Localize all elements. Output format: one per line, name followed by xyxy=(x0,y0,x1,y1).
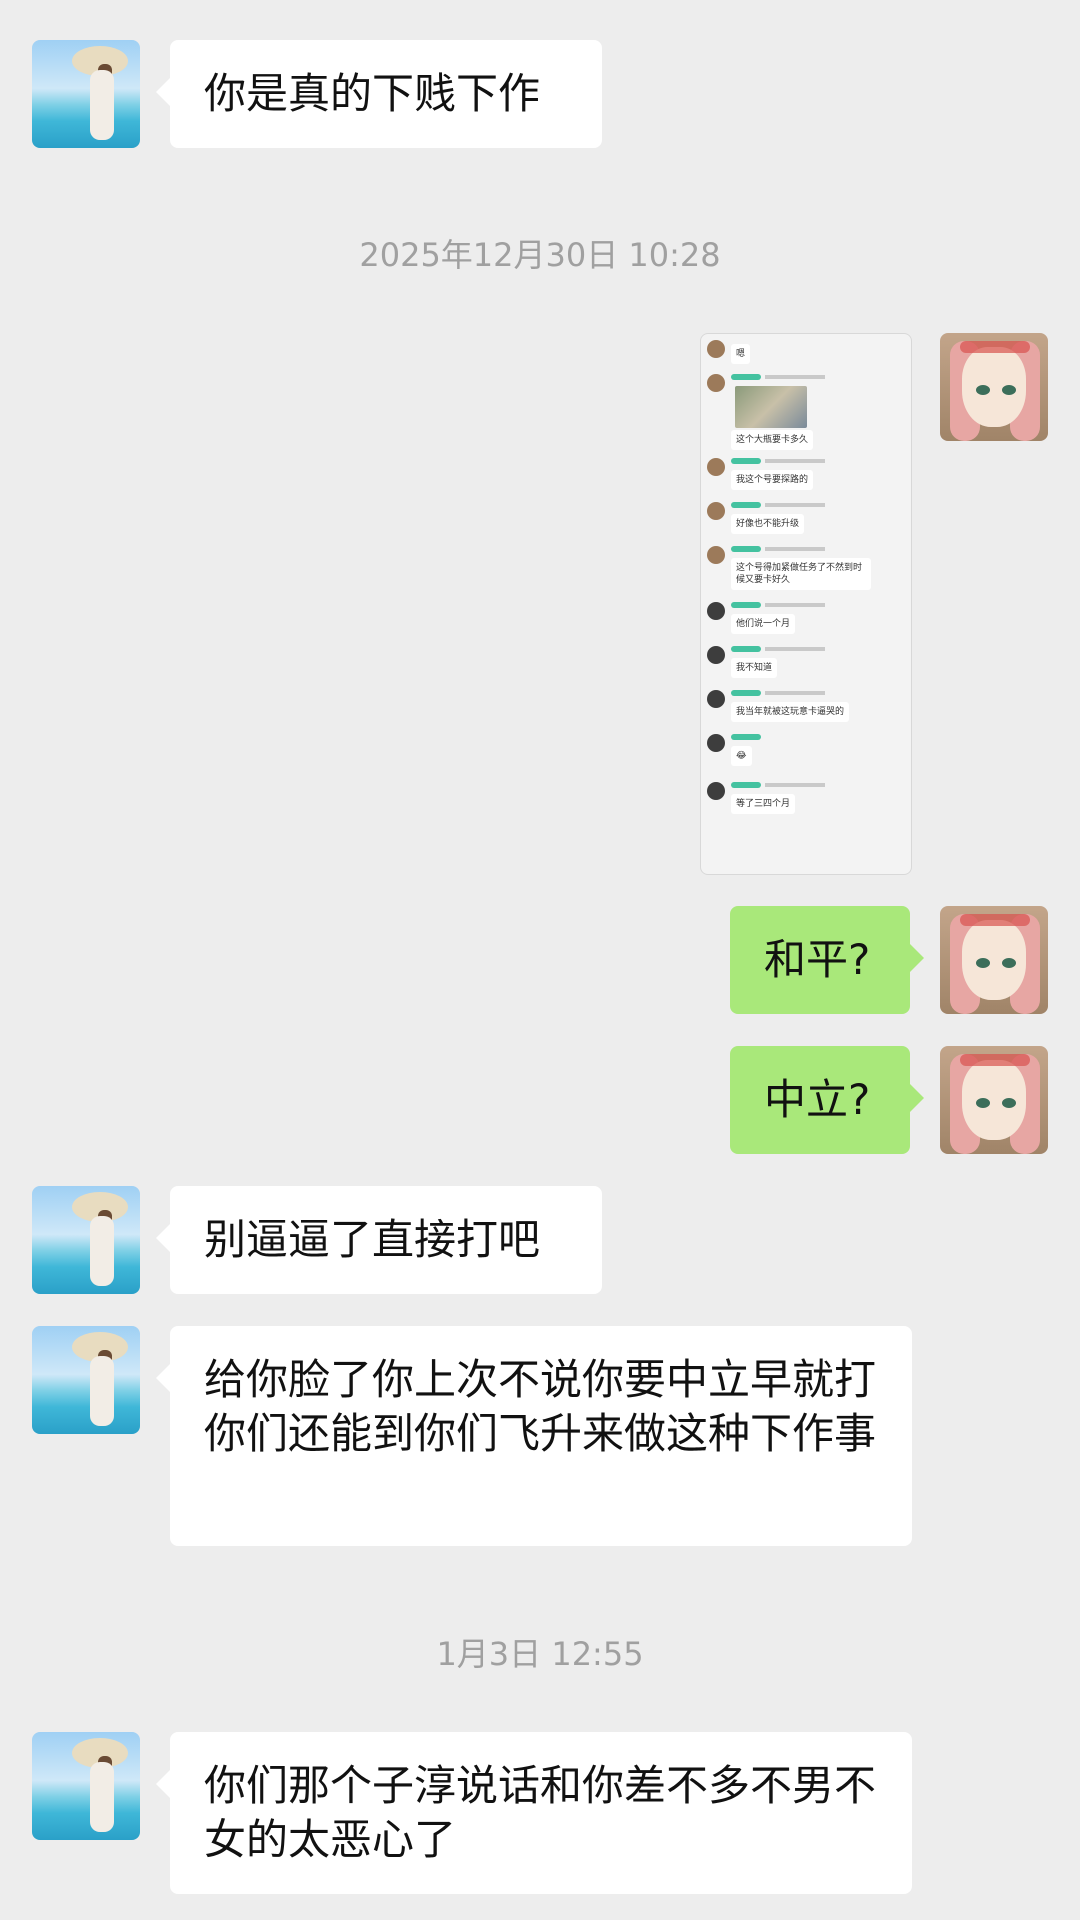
mini-avatar xyxy=(707,546,725,564)
mini-message: 我这个号要探路的 xyxy=(731,470,814,490)
mini-tag xyxy=(731,646,761,652)
mini-tag xyxy=(731,690,761,696)
figure-shape xyxy=(90,70,114,140)
mini-meta xyxy=(765,603,825,607)
figure-shape xyxy=(90,1762,114,1832)
mini-meta xyxy=(765,547,825,551)
screenshot-image-message[interactable]: 嗯 这个大瓶要卡多久 我这个号要探路的 好像也不能升级 这个号得加紧做任务了不然… xyxy=(700,333,912,875)
mini-tag xyxy=(731,374,761,380)
mini-avatar xyxy=(707,502,725,520)
mini-message: 这个大瓶要卡多久 xyxy=(731,430,814,450)
mini-avatar xyxy=(707,340,725,358)
figure-shape xyxy=(90,1216,114,1286)
flower-crown-shape xyxy=(960,341,1030,353)
mini-message: 嗯 xyxy=(731,344,751,364)
mini-avatar xyxy=(707,602,725,620)
mini-tag xyxy=(731,502,761,508)
eye-shape xyxy=(1002,385,1016,395)
contact-avatar[interactable] xyxy=(32,1186,140,1294)
mini-meta xyxy=(765,375,825,379)
mini-tag xyxy=(731,734,761,740)
mini-avatar xyxy=(707,690,725,708)
contact-avatar[interactable] xyxy=(32,40,140,148)
face-shape xyxy=(962,347,1026,427)
contact-avatar[interactable] xyxy=(32,1326,140,1434)
eye-shape xyxy=(1002,958,1016,968)
message-bubble[interactable]: 给你脸了你上次不说你要中立早就打你们还能到你们飞升来做这种下作事 xyxy=(156,1326,912,1546)
timestamp: 1月3日 12:55 xyxy=(436,1635,644,1673)
self-avatar[interactable] xyxy=(940,333,1048,441)
mini-avatar xyxy=(707,782,725,800)
face-shape xyxy=(962,920,1026,1000)
mini-avatar xyxy=(707,374,725,392)
mini-message: 😂 xyxy=(731,746,752,766)
eye-shape xyxy=(976,1098,990,1108)
eye-shape xyxy=(976,385,990,395)
message-bubble[interactable]: 和平? xyxy=(730,906,924,1014)
eye-shape xyxy=(976,958,990,968)
message-bubble[interactable]: 你们那个子淳说话和你差不多不男不女的太恶心了 xyxy=(156,1732,912,1894)
mini-message: 这个号得加紧做任务了不然到时候又要卡好久 xyxy=(731,558,871,590)
mini-avatar xyxy=(707,734,725,752)
timestamp: 2025年12月30日 10:28 xyxy=(359,236,721,274)
mini-tag xyxy=(731,546,761,552)
mini-tag xyxy=(731,458,761,464)
flower-crown-shape xyxy=(960,914,1030,926)
message-bubble[interactable]: 别逼逼了直接打吧 xyxy=(156,1186,602,1294)
self-avatar[interactable] xyxy=(940,906,1048,1014)
mini-avatar xyxy=(707,458,725,476)
mini-avatar xyxy=(707,646,725,664)
mini-tag xyxy=(731,602,761,608)
mini-meta xyxy=(765,783,825,787)
figure-shape xyxy=(90,1356,114,1426)
contact-avatar[interactable] xyxy=(32,1732,140,1840)
mini-message: 他们说一个月 xyxy=(731,614,796,634)
eye-shape xyxy=(1002,1098,1016,1108)
mini-meta xyxy=(765,503,825,507)
face-shape xyxy=(962,1060,1026,1140)
mini-message: 好像也不能升级 xyxy=(731,514,805,534)
message-bubble[interactable]: 中立? xyxy=(730,1046,924,1154)
mini-meta xyxy=(765,647,825,651)
mini-image xyxy=(735,386,807,428)
self-avatar[interactable] xyxy=(940,1046,1048,1154)
message-bubble[interactable]: 你是真的下贱下作 xyxy=(156,40,602,148)
mini-message: 我当年就被这玩意卡逼哭的 xyxy=(731,702,850,722)
mini-meta xyxy=(765,459,825,463)
mini-tag xyxy=(731,782,761,788)
mini-message: 等了三四个月 xyxy=(731,794,796,814)
mini-meta xyxy=(765,691,825,695)
mini-message: 我不知道 xyxy=(731,658,778,678)
flower-crown-shape xyxy=(960,1054,1030,1066)
